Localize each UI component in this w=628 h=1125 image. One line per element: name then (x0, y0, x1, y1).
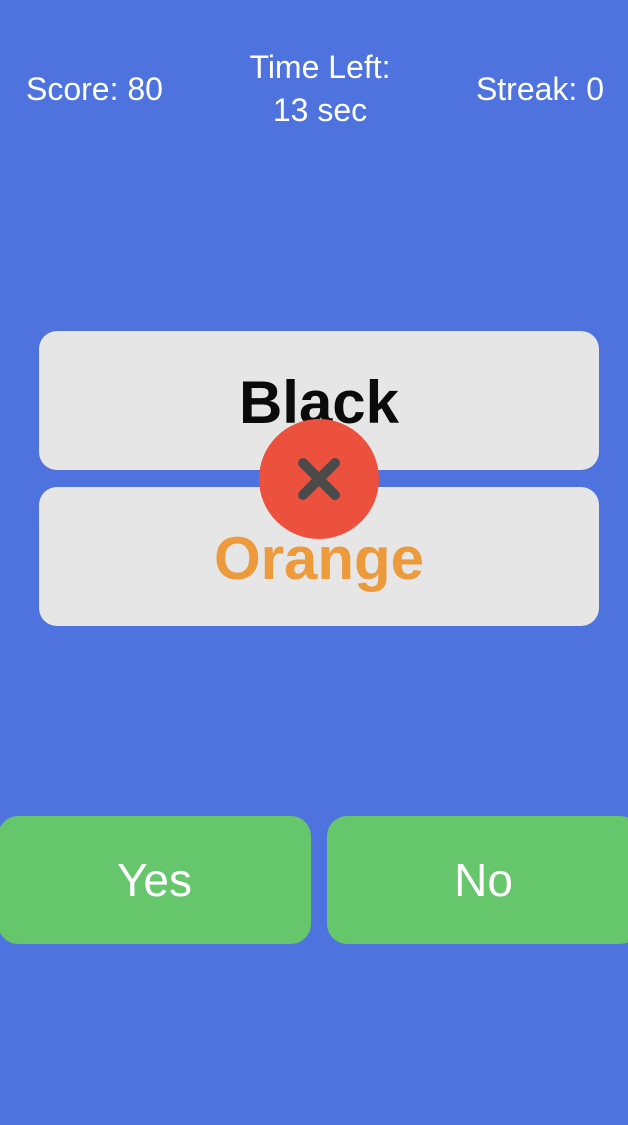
close-icon (298, 458, 340, 500)
streak-label: Streak: 0 (475, 71, 604, 107)
time-left-value: 13 sec (272, 92, 368, 128)
yes-button[interactable]: Yes (0, 816, 311, 944)
time-left-label: Time Left: (249, 49, 391, 85)
time-left-display: Time Left: 13 sec (200, 46, 440, 132)
wrong-answer-badge (259, 419, 379, 539)
no-button[interactable]: No (327, 816, 628, 944)
score-label: Score: 80 (26, 71, 163, 107)
